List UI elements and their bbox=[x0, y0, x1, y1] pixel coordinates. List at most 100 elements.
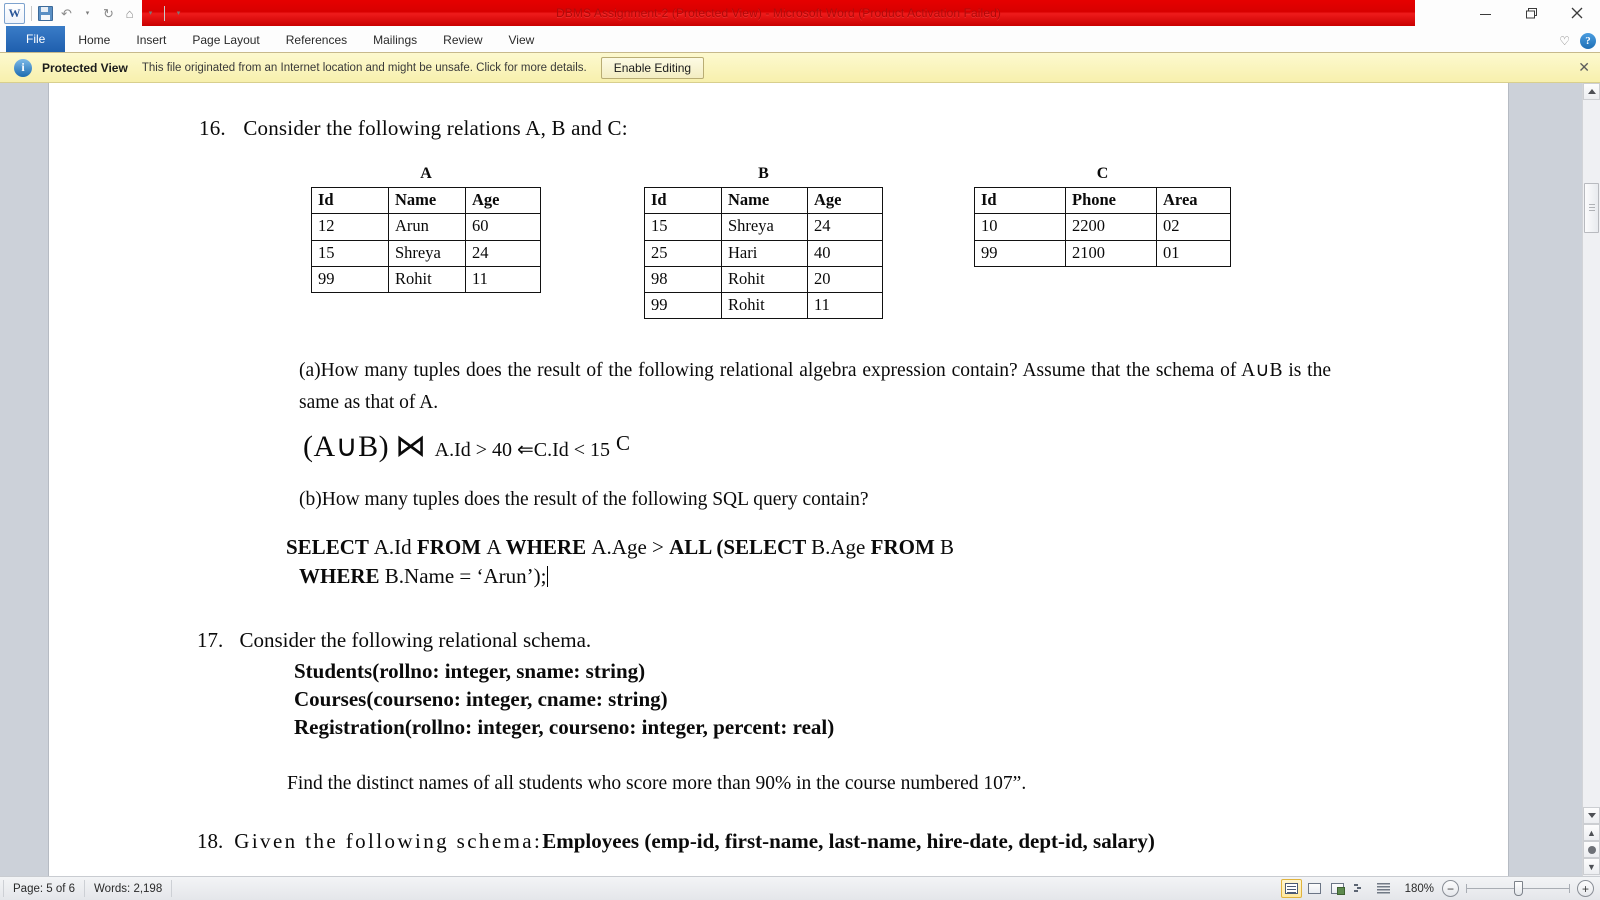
previous-page-button[interactable]: ▲ bbox=[1583, 824, 1600, 841]
table-b: Id Name Age 15 Shreya 24 25 Hari 40 98 R… bbox=[644, 186, 883, 320]
cell-name: Shreya bbox=[388, 239, 466, 267]
table-a: Id Name Age 12 Arun 60 15 Shreya 24 99 R… bbox=[311, 186, 541, 294]
protected-view-message: This file originated from an Internet lo… bbox=[141, 61, 587, 74]
column-header-id: Id bbox=[644, 186, 722, 215]
word-application-window: W ↶ ▾ ↻ ⌂ ▾ ▾ DBMS Assignment-2 (Protect… bbox=[0, 0, 1600, 900]
redo-button[interactable]: ↻ bbox=[98, 3, 119, 24]
minimize-ribbon-icon[interactable]: ♡ bbox=[1559, 34, 1570, 48]
undo-button[interactable]: ↶ bbox=[56, 3, 77, 24]
print-layout-view-button[interactable] bbox=[1280, 879, 1302, 898]
cell-phone: 2100 bbox=[1065, 239, 1157, 267]
customize-quick-access-toolbar-button[interactable]: ▾ bbox=[168, 3, 189, 24]
table-row: 15 Shreya 24 bbox=[644, 213, 883, 241]
protected-view-title: Protected View bbox=[42, 60, 128, 75]
print-preview-button[interactable]: ⌂ bbox=[119, 3, 140, 24]
redo-icon: ↻ bbox=[103, 5, 114, 21]
sql-kw-where-2: WHERE bbox=[299, 563, 385, 588]
relational-algebra-formula: (A∪B) ⋈ A.Id > 40 ⇐C.Id < 15 C bbox=[303, 428, 631, 464]
close-protected-view-bar-button[interactable]: ✕ bbox=[1578, 59, 1590, 76]
select-browse-object-button[interactable] bbox=[1583, 841, 1600, 858]
vertical-scrollbar[interactable]: ▲ ▼ bbox=[1582, 83, 1600, 876]
status-page-indicator[interactable]: Page: 5 of 6 bbox=[3, 880, 86, 897]
document-page[interactable]: 16. Consider the following relations A, … bbox=[48, 83, 1509, 876]
column-header-age: Age bbox=[465, 186, 541, 215]
chevron-down-icon bbox=[1587, 813, 1596, 818]
next-page-button[interactable]: ▼ bbox=[1583, 858, 1600, 875]
cell-name: Shreya bbox=[721, 213, 808, 241]
column-header-id: Id bbox=[974, 186, 1066, 215]
save-button[interactable] bbox=[35, 3, 56, 24]
status-word-count[interactable]: Words: 2,198 bbox=[85, 880, 173, 897]
full-screen-reading-view-button[interactable] bbox=[1304, 879, 1325, 898]
status-bar: Page: 5 of 6 Words: 2,198 180% − + bbox=[0, 876, 1600, 900]
scroll-down-button[interactable] bbox=[1583, 807, 1600, 824]
web-layout-view-button[interactable] bbox=[1327, 879, 1348, 898]
question-16-heading: 16. Consider the following relations A, … bbox=[199, 116, 628, 141]
draft-view-button[interactable] bbox=[1373, 879, 1394, 898]
tab-page-layout[interactable]: Page Layout bbox=[179, 27, 272, 52]
tab-insert[interactable]: Insert bbox=[123, 27, 179, 52]
enable-editing-label: Enable Editing bbox=[613, 60, 692, 75]
zoom-out-button[interactable]: − bbox=[1442, 880, 1459, 897]
cell-id: 99 bbox=[644, 292, 722, 320]
cell-name: Rohit bbox=[721, 292, 808, 320]
scrollbar-thumb[interactable] bbox=[1584, 183, 1599, 233]
tab-home[interactable]: Home bbox=[65, 27, 123, 52]
zoom-slider[interactable] bbox=[1466, 881, 1570, 896]
status-words-label: Words: 2,198 bbox=[94, 882, 163, 895]
outline-view-icon bbox=[1353, 883, 1367, 894]
cell-age: 20 bbox=[807, 265, 883, 294]
scroll-up-button[interactable] bbox=[1583, 83, 1600, 100]
cell-id: 15 bbox=[311, 239, 389, 267]
tab-references[interactable]: References bbox=[273, 27, 360, 52]
relation-table-a: A Id Name Age 12 Arun 60 15 Shreya 24 99… bbox=[311, 165, 541, 294]
info-shield-icon: i bbox=[14, 58, 32, 77]
sql-col-a-id: A.Id bbox=[373, 535, 417, 559]
ribbon-tab-strip: File Home Insert Page Layout References … bbox=[0, 26, 1600, 53]
scrollbar-grip-icon bbox=[1589, 204, 1595, 212]
zoom-level-label[interactable]: 180% bbox=[1405, 883, 1434, 895]
undo-dropdown-button[interactable]: ▾ bbox=[77, 3, 98, 24]
full-screen-reading-icon bbox=[1307, 883, 1321, 894]
relation-c-title: C bbox=[1096, 165, 1109, 182]
tab-review-label: Review bbox=[443, 32, 483, 47]
quick-access-toolbar: W ↶ ▾ ↻ ⌂ ▾ ▾ bbox=[0, 0, 189, 26]
question-16-part-b: (b)How many tuples does the result of th… bbox=[299, 489, 869, 510]
column-header-area: Area bbox=[1156, 186, 1231, 215]
sql-kw-select: SELECT bbox=[286, 535, 374, 559]
help-icon[interactable]: ? bbox=[1580, 33, 1596, 49]
enable-editing-button[interactable]: Enable Editing bbox=[600, 56, 705, 79]
question-16-number: 16. bbox=[199, 116, 226, 140]
sql-cond-b-name: B.Name = ‘Arun’); bbox=[384, 563, 547, 588]
zoom-slider-thumb[interactable] bbox=[1514, 881, 1523, 896]
tab-view[interactable]: View bbox=[496, 27, 548, 52]
cell-age: 24 bbox=[465, 239, 541, 267]
zoom-in-button[interactable]: + bbox=[1577, 880, 1594, 897]
print-preview-dropdown-button[interactable]: ▾ bbox=[140, 3, 161, 24]
sql-kw-all-select: ALL (SELECT bbox=[669, 535, 812, 559]
word-app-logo-icon[interactable]: W bbox=[4, 2, 25, 24]
cell-id: 15 bbox=[644, 213, 722, 241]
window-controls bbox=[1462, 0, 1600, 26]
restore-button[interactable] bbox=[1508, 0, 1554, 26]
tab-review[interactable]: Review bbox=[430, 27, 495, 52]
relation-a-title: A bbox=[420, 165, 432, 182]
table-row: 99 Rohit 11 bbox=[311, 265, 541, 294]
document-body: 16. Consider the following relations A, … bbox=[49, 83, 1508, 876]
tab-file-label: File bbox=[26, 32, 46, 46]
relation-table-c: C Id Phone Area 10 2200 02 99 2100 01 bbox=[974, 165, 1231, 267]
tab-mailings[interactable]: Mailings bbox=[360, 27, 430, 52]
table-row: 12 Arun 60 bbox=[311, 213, 541, 241]
table-row: 99 Rohit 11 bbox=[644, 292, 883, 320]
outline-view-button[interactable] bbox=[1350, 879, 1371, 898]
close-icon bbox=[1571, 7, 1583, 19]
cell-age: 11 bbox=[465, 265, 541, 294]
text-cursor bbox=[547, 565, 549, 587]
tab-file[interactable]: File bbox=[6, 26, 66, 52]
close-button[interactable] bbox=[1554, 0, 1600, 26]
cell-age: 24 bbox=[807, 213, 883, 241]
minimize-button[interactable] bbox=[1462, 0, 1508, 26]
print-layout-icon bbox=[1284, 883, 1298, 894]
web-layout-icon bbox=[1330, 883, 1345, 895]
status-page-label: Page: 5 of 6 bbox=[13, 882, 76, 895]
